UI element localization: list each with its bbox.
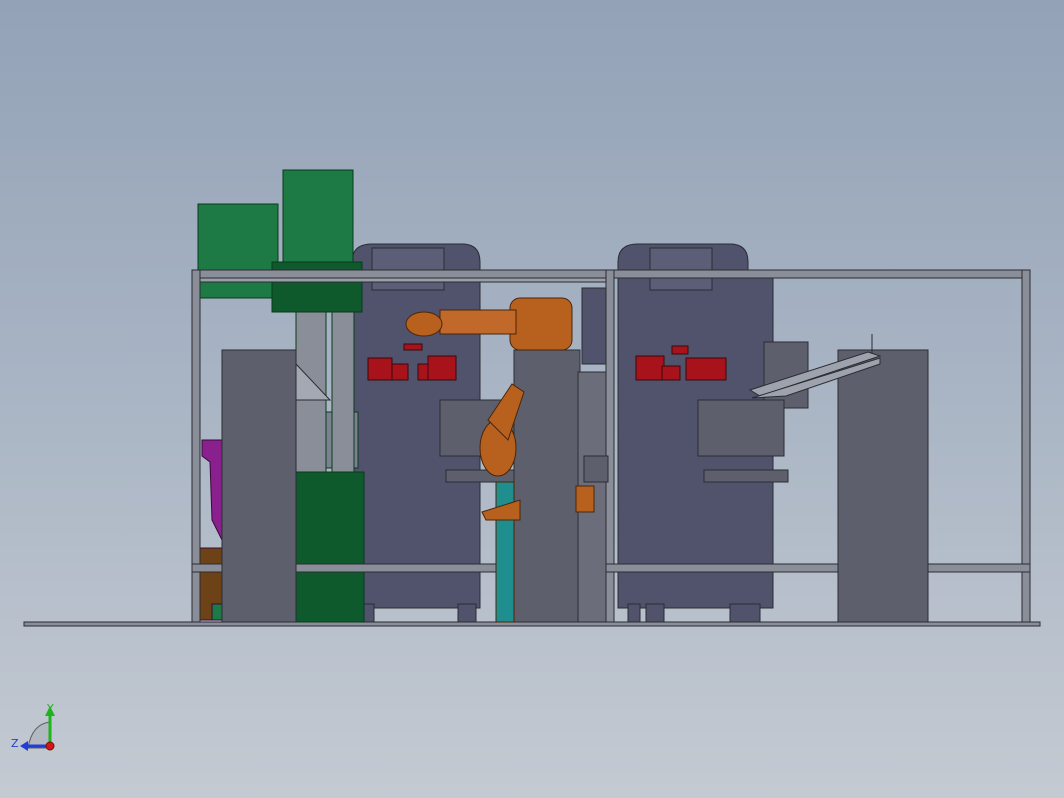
triad-x-axis xyxy=(45,741,55,751)
floor-plate xyxy=(23,621,1041,627)
triad-z-arrow xyxy=(20,741,28,751)
graphics-viewport[interactable]: Y Z xyxy=(0,0,1064,798)
triad-z-label: Z xyxy=(11,737,19,750)
coordinate-triad: Y Z xyxy=(11,702,55,751)
model-scene[interactable]: Y Z xyxy=(0,0,1064,798)
triad-y-label: Y xyxy=(46,702,54,715)
